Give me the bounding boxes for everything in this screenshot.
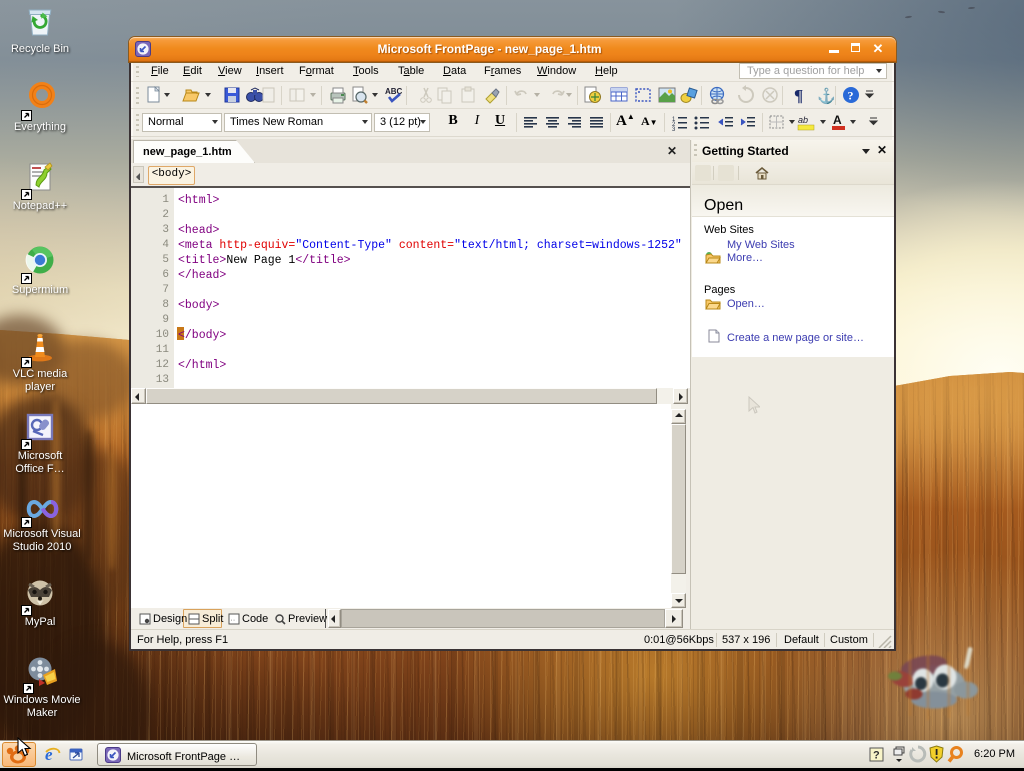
svg-text:··: ·· <box>231 617 236 624</box>
svg-text:3: 3 <box>672 127 676 131</box>
svg-text:?: ? <box>848 89 854 103</box>
svg-text:?: ? <box>873 750 880 762</box>
svg-text:A: A <box>833 113 842 127</box>
svg-text:ab: ab <box>798 115 808 125</box>
svg-text:¶: ¶ <box>794 86 803 105</box>
svg-text:⚓: ⚓ <box>817 87 834 105</box>
